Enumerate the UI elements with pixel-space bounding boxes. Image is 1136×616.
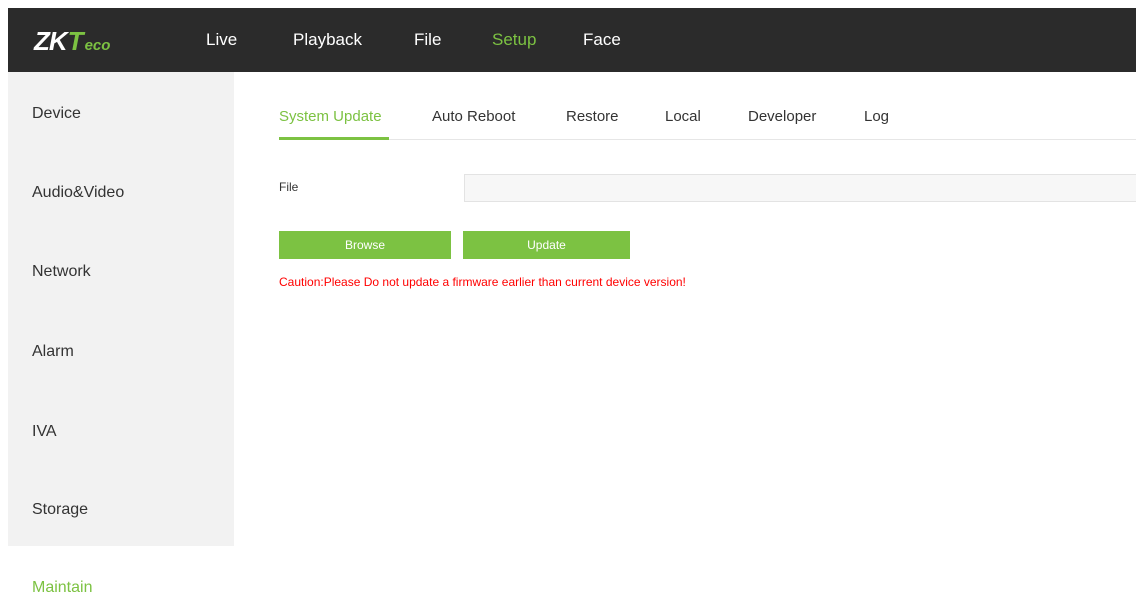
tab-log[interactable]: Log — [864, 108, 889, 126]
active-tab-indicator — [279, 137, 389, 140]
sidebar-item-maintain[interactable]: Maintain — [32, 578, 92, 598]
sidebar-item-iva[interactable]: IVA — [32, 422, 57, 442]
top-bar: ZK Teco Live Playback File Setup Face — [8, 8, 1136, 72]
app-window: ZK Teco Live Playback File Setup Face Dev… — [8, 8, 1136, 616]
sidebar-item-audio-video[interactable]: Audio&Video — [32, 183, 124, 203]
nav-file[interactable]: File — [414, 30, 441, 50]
sidebar-item-alarm[interactable]: Alarm — [32, 342, 74, 362]
sidebar-item-device[interactable]: Device — [32, 104, 81, 124]
tab-bar: System Update Auto Reboot Restore Local … — [279, 72, 1136, 140]
update-button[interactable]: Update — [463, 231, 630, 259]
nav-setup[interactable]: Setup — [492, 30, 536, 50]
zkteco-logo: ZK Teco — [34, 26, 111, 56]
tab-developer[interactable]: Developer — [748, 108, 816, 126]
logo-zk-text: ZK — [34, 26, 68, 56]
sidebar-item-network[interactable]: Network — [32, 262, 91, 282]
nav-face[interactable]: Face — [583, 30, 621, 50]
sidebar: Device Audio&Video Network Alarm IVA Sto… — [8, 72, 234, 546]
nav-live[interactable]: Live — [206, 30, 237, 50]
logo-eco-text: eco — [84, 37, 111, 54]
sidebar-item-storage[interactable]: Storage — [32, 500, 88, 520]
tab-restore[interactable]: Restore — [566, 108, 619, 126]
logo-t-text: T — [67, 26, 84, 56]
file-label: File — [279, 180, 299, 194]
browse-button[interactable]: Browse — [279, 231, 451, 259]
tab-auto-reboot[interactable]: Auto Reboot — [432, 108, 515, 126]
tab-system-update[interactable]: System Update — [279, 108, 382, 126]
caution-message: Caution:Please Do not update a firmware … — [279, 275, 686, 289]
nav-playback[interactable]: Playback — [293, 30, 362, 50]
tab-local[interactable]: Local — [665, 108, 701, 126]
file-path-input[interactable] — [464, 174, 1136, 202]
